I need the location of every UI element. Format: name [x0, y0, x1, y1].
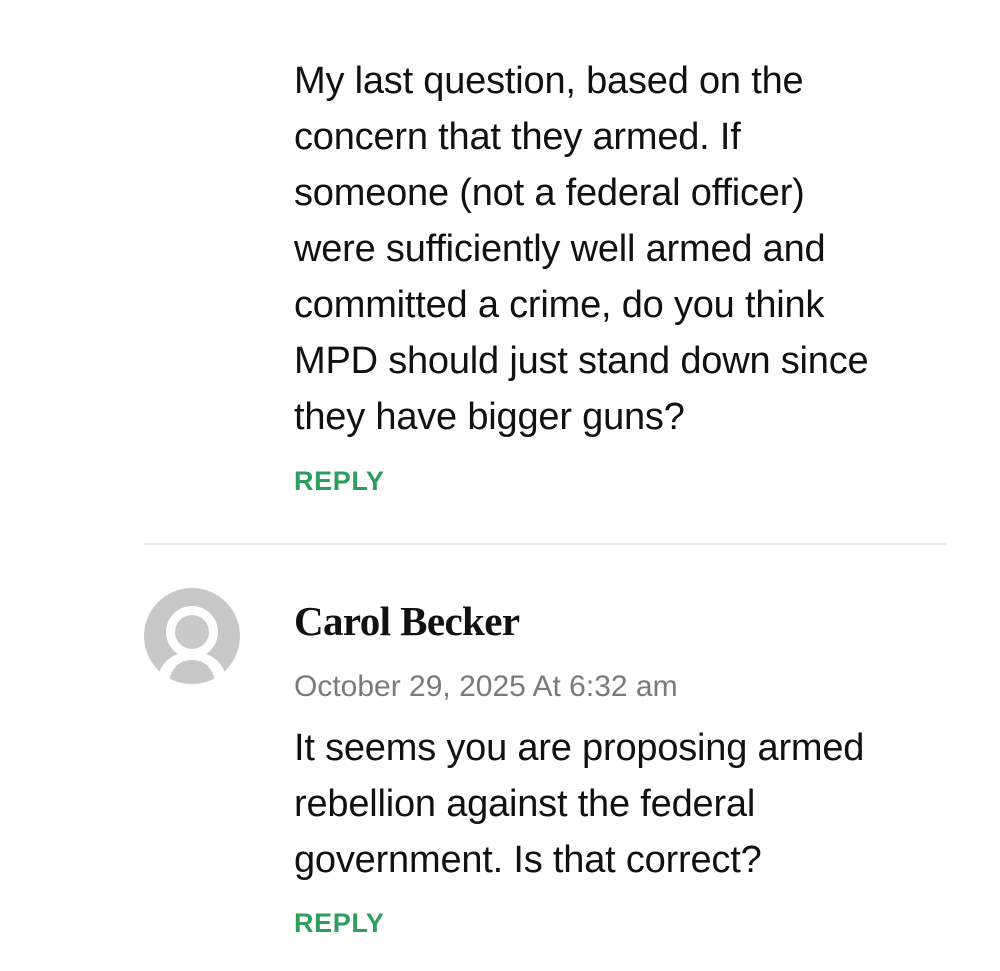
comment-body-line: they have bigger guns?: [294, 396, 685, 438]
comment-body-line: concern that they armed. If: [294, 116, 741, 158]
comment-body-line: MPD should just stand down since: [294, 340, 869, 382]
comment-body-line: were sufficiently well armed and: [294, 228, 826, 270]
comment-divider: [144, 543, 947, 545]
comment-body-line: committed a crime, do you think: [294, 284, 825, 326]
comment-body-line: It seems you are proposing armed: [294, 727, 865, 769]
reply-link[interactable]: REPLY: [294, 908, 385, 939]
comment-body: It seems you are proposing armed rebelli…: [294, 720, 954, 888]
comment-body-line: My last question, based on the: [294, 60, 804, 102]
comment-body-line: someone (not a federal officer): [294, 172, 805, 214]
comment-body: My last question, based on the concern t…: [294, 53, 954, 445]
comment-body-line: rebellion against the federal: [294, 783, 756, 825]
comment-date[interactable]: October 29, 2025 At 6:32 am: [294, 670, 678, 704]
comment-body-line: government. Is that correct?: [294, 839, 762, 881]
reply-link[interactable]: REPLY: [294, 466, 385, 497]
default-user-avatar-icon[interactable]: [144, 588, 240, 684]
comment-author-name: Carol Becker: [294, 598, 520, 644]
